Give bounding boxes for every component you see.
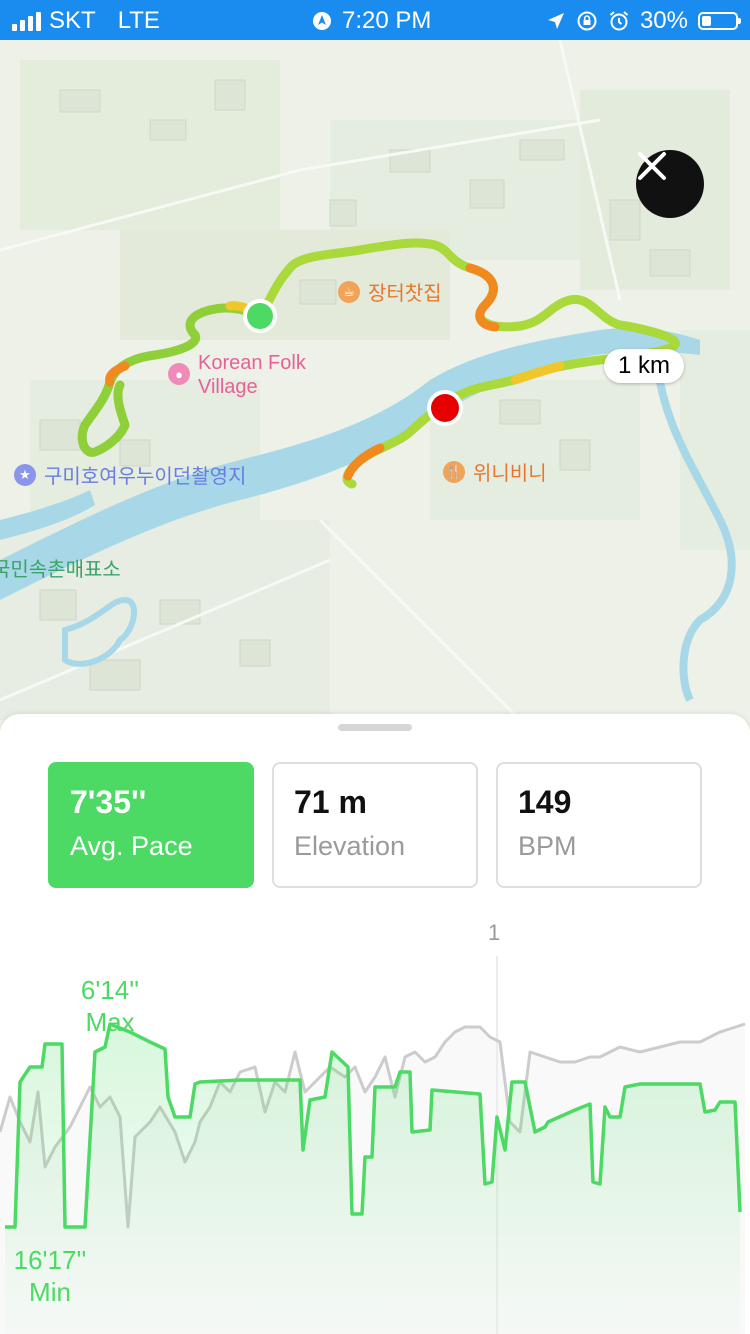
poi-cafe[interactable]: ☕ 장터찻집 — [338, 277, 442, 306]
battery-icon — [698, 12, 741, 30]
poi-filming-site[interactable]: ★ 구미호여우누이던촬영지 — [14, 460, 246, 489]
close-icon — [638, 152, 666, 180]
poi-ticket-office-label[interactable]: 국민속촌매표소 — [0, 553, 121, 582]
attraction-pin-icon: ● — [168, 363, 190, 385]
km-marker-label: 1 — [488, 920, 501, 945]
elevation-label: Elevation — [294, 831, 406, 861]
heart-rate-label: BPM — [518, 831, 577, 861]
max-pace-label: Max — [85, 1007, 135, 1037]
star-icon: ★ — [14, 463, 36, 486]
stats-sheet: 7'35'' Avg. Pace 71 m Elevation 149 BPM — [0, 714, 750, 1334]
elevation-value: 71 m — [294, 784, 367, 820]
fork-knife-icon: 🍴 — [443, 460, 465, 483]
carrier-name: SKT — [49, 7, 96, 34]
pace-label: Avg. Pace — [70, 831, 193, 861]
route-map[interactable]: ☕ 장터찻집 ● Korean Folk Village ★ 구미호여우누이던촬… — [0, 40, 750, 730]
heart-rate-value: 149 — [518, 784, 572, 820]
signal-strength-icon — [12, 11, 41, 31]
pace-chart-graphic — [0, 956, 746, 1334]
clock: 7:20 PM — [342, 7, 432, 34]
pace-stat-card[interactable]: 7'35'' Avg. Pace — [48, 762, 254, 888]
distance-marker-badge: 1 km — [604, 349, 685, 383]
poi-restaurant-label: 위니비니 — [473, 463, 547, 485]
map-background — [0, 40, 750, 730]
max-pace-value: 6'14'' — [80, 975, 140, 1005]
poi-folk-village-label: Korean Folk Village — [198, 351, 306, 399]
rotation-lock-icon — [577, 11, 597, 31]
min-pace-label: Min — [29, 1277, 71, 1307]
min-pace-value: 16'17'' — [13, 1245, 87, 1275]
poi-filming-site-label: 구미호여우누이던촬영지 — [44, 466, 247, 488]
battery-percentage: 30% — [639, 7, 688, 34]
poi-restaurant[interactable]: 🍴 위니비니 — [443, 457, 547, 486]
max-pace-annotation: 6'14'' Max — [60, 974, 160, 1038]
pace-value: 7'35'' — [70, 784, 147, 820]
pace-chart[interactable]: 1 6'14'' Max 16'17'' Min — [0, 892, 750, 1334]
poi-folk-village-label-line2: Village — [198, 376, 258, 398]
poi-cafe-label: 장터찻집 — [368, 283, 442, 305]
sheet-drag-handle[interactable] — [338, 724, 412, 731]
navigation-active-icon — [313, 12, 331, 30]
heart-rate-stat-card[interactable]: 149 BPM — [496, 762, 702, 888]
location-arrow-icon — [547, 13, 564, 29]
elevation-stat-card[interactable]: 71 m Elevation — [272, 762, 478, 888]
poi-folk-village-label-line1: Korean Folk — [198, 352, 306, 374]
alarm-icon — [609, 11, 629, 31]
cafe-icon: ☕ — [338, 280, 360, 303]
poi-korean-folk-village[interactable]: ● Korean Folk Village — [168, 351, 306, 399]
min-pace-annotation: 16'17'' Min — [0, 1244, 100, 1308]
network-type: LTE — [117, 7, 160, 34]
status-bar: SKT LTE 7:20 PM 30% — [0, 0, 750, 40]
close-button[interactable] — [636, 150, 704, 218]
